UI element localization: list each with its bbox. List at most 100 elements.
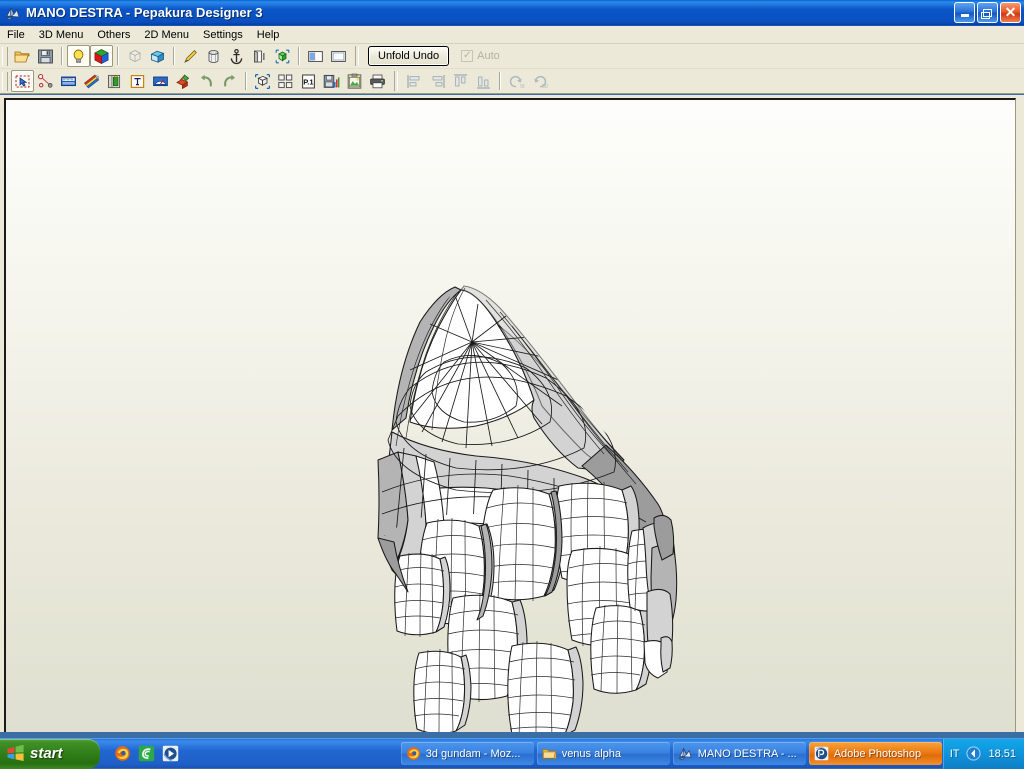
flat-shading-button[interactable] bbox=[123, 45, 146, 67]
unfold-undo-button[interactable]: Unfold Undo bbox=[368, 46, 450, 66]
toolbar-grip[interactable] bbox=[2, 71, 8, 91]
menu-item-file[interactable]: File bbox=[0, 28, 32, 42]
knuckle-pad bbox=[393, 551, 451, 638]
task-label: Adobe Photoshop bbox=[833, 747, 922, 760]
restore-icon bbox=[981, 8, 992, 19]
svg-text:90: 90 bbox=[520, 84, 525, 90]
undo-button[interactable] bbox=[195, 70, 218, 92]
task-button-pepakura[interactable]: MANO DESTRA - ... bbox=[672, 742, 806, 765]
close-icon: ✕ bbox=[1004, 4, 1017, 20]
start-button[interactable]: start bbox=[0, 738, 100, 769]
close-button[interactable]: ✕ bbox=[1000, 2, 1021, 23]
auto-label: Auto bbox=[477, 50, 500, 62]
toolbar-primary: Unfold Undo ✓ Auto bbox=[0, 44, 1024, 69]
minimize-button[interactable] bbox=[954, 2, 975, 23]
viewport-container: .f { stroke:#1a1a1a; stroke-width:1.05; … bbox=[0, 95, 1024, 732]
toolbar-separator bbox=[298, 47, 300, 65]
select-parts-button[interactable] bbox=[271, 45, 294, 67]
edge-id-button[interactable] bbox=[103, 70, 126, 92]
align-bottom-button[interactable] bbox=[472, 70, 495, 92]
gauntlet-mesh: .f { stroke:#1a1a1a; stroke-width:1.05; … bbox=[377, 285, 678, 732]
svg-text:90: 90 bbox=[542, 84, 548, 90]
media-icon[interactable] bbox=[162, 745, 179, 762]
task-button-firefox[interactable]: 3d gundam - Moz... bbox=[400, 742, 534, 765]
system-tray: IT 18.51 bbox=[941, 738, 1024, 769]
toolbar-secondary: P.1 90 90 bbox=[0, 69, 1024, 94]
windows-flag-icon bbox=[7, 744, 24, 761]
3d-model-viewport[interactable]: .f { stroke:#1a1a1a; stroke-width:1.05; … bbox=[4, 98, 1016, 732]
save-file-button[interactable] bbox=[34, 45, 57, 67]
volume-icon[interactable] bbox=[966, 746, 982, 761]
pepakura-icon bbox=[677, 747, 692, 761]
auto-checkbox[interactable]: ✓ bbox=[461, 50, 474, 62]
knuckle-pad bbox=[412, 648, 472, 732]
toolbar-grip[interactable] bbox=[2, 46, 8, 66]
start-label: start bbox=[30, 745, 63, 762]
join-edge-button[interactable] bbox=[34, 70, 57, 92]
quick-launch-bar bbox=[114, 745, 179, 762]
task-button-photoshop[interactable]: Adobe Photoshop bbox=[808, 742, 942, 765]
svg-text:P.1: P.1 bbox=[303, 77, 314, 86]
toolbar-separator bbox=[355, 46, 359, 66]
toolbar-separator bbox=[61, 47, 63, 65]
open-file-button[interactable] bbox=[11, 45, 34, 67]
menu-item-others[interactable]: Others bbox=[90, 28, 137, 42]
align-left-button[interactable] bbox=[403, 70, 426, 92]
export-data-button[interactable] bbox=[320, 70, 343, 92]
page-setup-button[interactable]: P.1 bbox=[297, 70, 320, 92]
menu-item-help[interactable]: Help bbox=[250, 28, 287, 42]
folder-icon bbox=[542, 749, 557, 759]
task-label: venus alpha bbox=[561, 747, 622, 760]
measure-tool-button[interactable] bbox=[57, 70, 80, 92]
print-button[interactable] bbox=[366, 70, 389, 92]
firefox-icon[interactable] bbox=[114, 745, 131, 762]
toggle-texture-button[interactable] bbox=[90, 45, 113, 67]
pepakura-app-icon bbox=[5, 5, 21, 21]
task-label: 3d gundam - Moz... bbox=[425, 747, 521, 760]
language-indicator[interactable]: IT bbox=[950, 748, 960, 760]
toggle-lighting-button[interactable] bbox=[67, 45, 90, 67]
cylinder-tool-button[interactable] bbox=[202, 45, 225, 67]
task-button-explorer[interactable]: venus alpha bbox=[536, 742, 670, 765]
anchor-tool-button[interactable] bbox=[225, 45, 248, 67]
menu-item-settings[interactable]: Settings bbox=[196, 28, 250, 42]
edit-flaps-button[interactable] bbox=[80, 70, 103, 92]
auto-checkbox-group[interactable]: ✓ Auto bbox=[461, 50, 500, 62]
clock[interactable]: 18.51 bbox=[988, 748, 1016, 760]
finger-block bbox=[506, 640, 584, 732]
open-3d-model-button[interactable] bbox=[146, 45, 169, 67]
align-right-button[interactable] bbox=[426, 70, 449, 92]
window-controls: ✕ bbox=[954, 2, 1021, 23]
menu-item-3d-menu[interactable]: 3D Menu bbox=[32, 28, 91, 42]
application-window: MANO DESTRA - Pepakura Designer 3 ✕ File… bbox=[0, 0, 1024, 769]
marquee-select-button[interactable] bbox=[251, 70, 274, 92]
align-top-button[interactable] bbox=[449, 70, 472, 92]
split-view-button[interactable] bbox=[304, 45, 327, 67]
window-title-version: 3 bbox=[255, 5, 263, 20]
window-title: MANO DESTRA - Pepakura Designer 3 bbox=[26, 5, 263, 20]
toolbar-separator bbox=[173, 47, 175, 65]
toolbar-separator bbox=[499, 72, 501, 90]
redo-button[interactable] bbox=[218, 70, 241, 92]
restore-button[interactable] bbox=[977, 2, 998, 23]
paint-parts-button[interactable] bbox=[172, 70, 195, 92]
photoshop-icon bbox=[814, 746, 828, 761]
rotate-right-90-button[interactable]: 90 bbox=[528, 70, 551, 92]
menu-item-2d-menu[interactable]: 2D Menu bbox=[137, 28, 196, 42]
task-label: MANO DESTRA - ... bbox=[697, 747, 797, 760]
selection-tool-button[interactable] bbox=[11, 70, 34, 92]
add-text-button[interactable] bbox=[126, 70, 149, 92]
emule-icon[interactable] bbox=[138, 745, 155, 762]
task-buttons: 3d gundam - Moz... venus alpha MANO DEST… bbox=[400, 742, 942, 765]
arrange-parts-button[interactable] bbox=[274, 70, 297, 92]
face-shading-button[interactable] bbox=[248, 45, 271, 67]
rotate-left-90-button[interactable]: 90 bbox=[505, 70, 528, 92]
toolbar-separator bbox=[117, 47, 119, 65]
single-view-button[interactable] bbox=[327, 45, 350, 67]
scale-tool-button[interactable] bbox=[149, 70, 172, 92]
menu-bar: File 3D Menu Others 2D Menu Settings Hel… bbox=[0, 26, 1024, 44]
window-title-separator: - bbox=[122, 5, 134, 20]
export-image-button[interactable] bbox=[343, 70, 366, 92]
edit-tool-button[interactable] bbox=[179, 45, 202, 67]
title-bar: MANO DESTRA - Pepakura Designer 3 ✕ bbox=[0, 0, 1024, 26]
